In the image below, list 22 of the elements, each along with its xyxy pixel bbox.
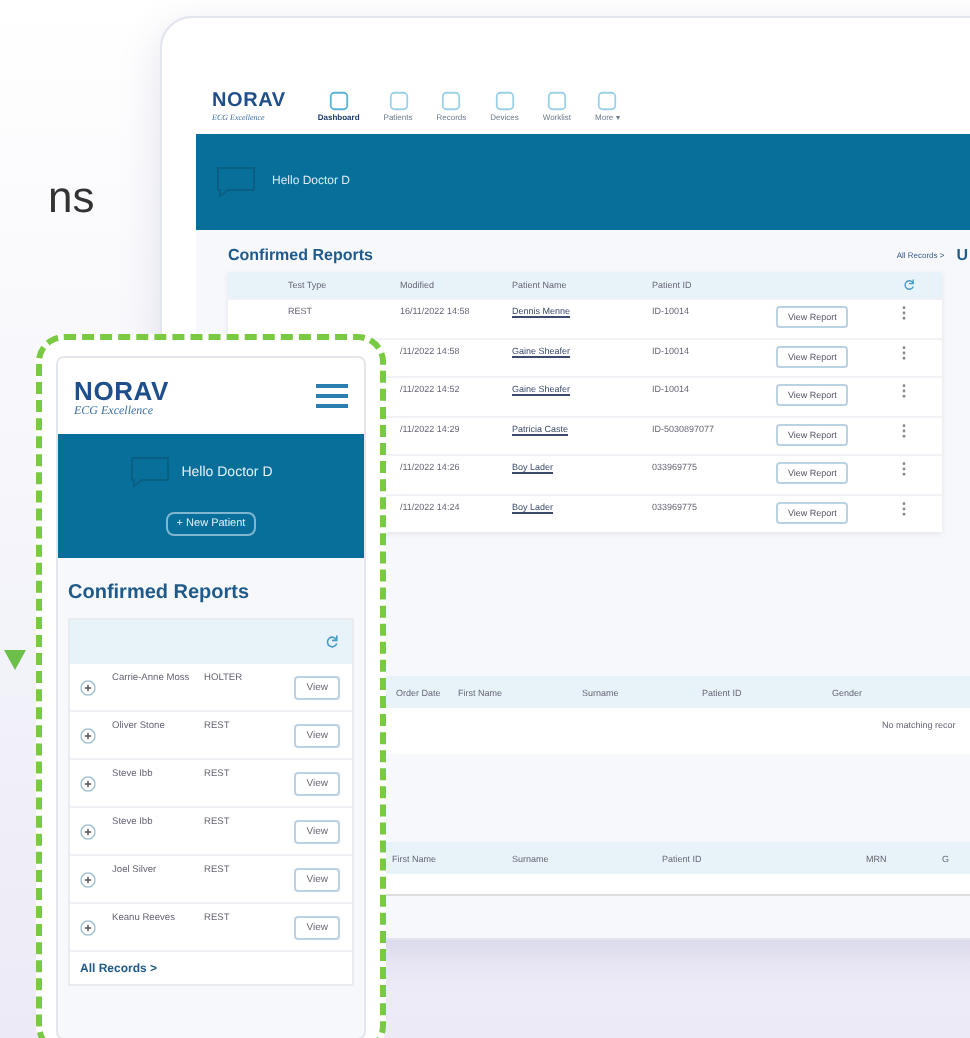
logo-text: NORAV — [74, 375, 169, 405]
triangle-icon — [4, 650, 26, 670]
expand-icon[interactable] — [80, 679, 96, 695]
expand-icon[interactable] — [80, 727, 96, 743]
expand-icon[interactable] — [80, 823, 96, 839]
nav-icon — [545, 90, 568, 112]
section-title: U — [956, 246, 968, 264]
refresh-icon[interactable] — [902, 278, 916, 292]
section-title: Confirmed Reports — [228, 246, 373, 264]
section-title: Confirmed Reports — [68, 582, 252, 604]
expand-icon[interactable] — [80, 775, 96, 791]
refresh-icon[interactable] — [324, 634, 340, 650]
menu-icon[interactable] — [316, 384, 348, 408]
nav-icon — [493, 90, 516, 112]
nav-icon — [596, 90, 619, 112]
logo-text: NORAV — [212, 90, 286, 112]
expand-icon[interactable] — [80, 871, 96, 887]
caption-text: ns — [48, 172, 95, 224]
expand-icon[interactable] — [80, 919, 96, 935]
nav-icon — [440, 90, 463, 112]
nav-icon — [387, 90, 409, 112]
nav-icon — [327, 90, 350, 112]
